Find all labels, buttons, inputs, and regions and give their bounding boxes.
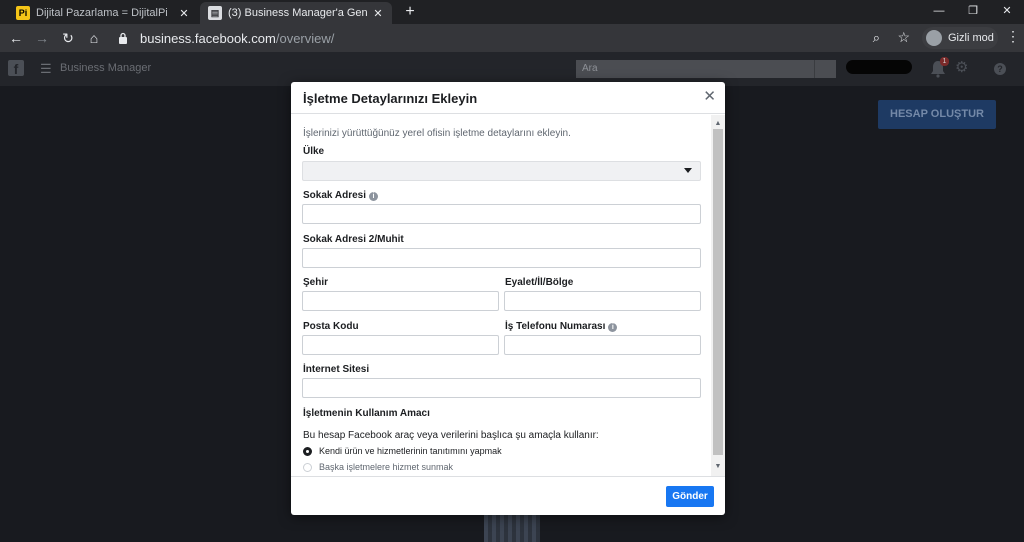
street-label-text: Sokak Adresi: [303, 190, 366, 201]
scroll-down-icon[interactable]: ▼: [711, 460, 725, 474]
info-icon[interactable]: i: [369, 192, 378, 201]
help-icon[interactable]: ?: [994, 63, 1006, 75]
close-dialog-icon[interactable]: ✕: [703, 89, 716, 105]
create-account-button[interactable]: HESAP OLUŞTUR: [878, 100, 996, 129]
website-label: İnternet Sitesi: [303, 364, 370, 375]
radio-unselected-icon: [303, 462, 312, 472]
incognito-badge[interactable]: Gizli mod: [922, 27, 998, 49]
browser-tab-business-manager[interactable]: ▤ (3) Business Manager'a Genel Ba ✕: [200, 2, 392, 24]
lock-icon: [119, 32, 127, 44]
settings-gear-icon[interactable]: ⚙: [955, 60, 971, 76]
browser-tab-dijitalpi[interactable]: Pi Dijital Pazarlama = DijitalPi ✕: [8, 2, 198, 24]
scrollbar-thumb[interactable]: [713, 129, 723, 455]
tab-title: Dijital Pazarlama = DijitalPi: [36, 7, 168, 19]
dialog-footer: Gönder: [291, 476, 725, 515]
country-label: Ülke: [303, 146, 325, 157]
dropdown-caret-icon: [684, 168, 692, 173]
address-bar[interactable]: business.facebook.com/overview/ ⌕ ☆: [112, 27, 916, 49]
usage-description: Bu hesap Facebook araç veya verilerini b…: [303, 430, 599, 441]
url-path: /overview/: [275, 31, 335, 46]
facebook-favicon: ▤: [208, 6, 222, 20]
dialog-header: İşletme Detaylarınızı Ekleyin ✕: [291, 82, 725, 114]
phone-label-text: İş Telefonu Numarası: [505, 321, 606, 332]
facebook-logo-icon[interactable]: f: [8, 60, 24, 77]
submit-button[interactable]: Gönder: [666, 486, 714, 507]
postal-code-input[interactable]: [302, 335, 499, 355]
dialog-description: İşlerinizi yürüttüğünüz yerel ofisin işl…: [303, 128, 571, 139]
state-label: Eyalet/İl/Bölge: [505, 277, 574, 288]
dijitalpi-favicon: Pi: [16, 6, 30, 20]
fb-search-input[interactable]: Ara: [576, 60, 814, 78]
search-icon[interactable]: [814, 60, 836, 78]
radio-selected-icon: [303, 446, 312, 456]
street2-input[interactable]: [302, 248, 701, 268]
state-input[interactable]: [504, 291, 701, 311]
app-title: Business Manager: [60, 62, 152, 74]
close-tab-icon[interactable]: ✕: [178, 7, 190, 20]
close-tab-icon[interactable]: ✕: [372, 7, 384, 20]
usage-option-label: Kendi ürün ve hizmetlerinin tanıtımını y…: [319, 446, 502, 456]
bookmark-star-icon[interactable]: ☆: [897, 29, 910, 46]
tab-title: (3) Business Manager'a Genel Ba: [228, 7, 368, 19]
dialog-body: İşlerinizi yürüttüğünüz yerel ofisin işl…: [291, 115, 711, 476]
back-arrow-icon[interactable]: ←: [6, 28, 26, 48]
reload-icon[interactable]: ↻: [58, 28, 78, 48]
hamburger-menu-icon[interactable]: ☰: [40, 61, 52, 77]
page-decoration: [484, 514, 540, 542]
dialog-title: İşletme Detaylarınızı Ekleyin: [303, 91, 478, 106]
browser-toolbar: ← → ↻ ⌂ business.facebook.com/overview/ …: [0, 24, 1024, 52]
street2-label: Sokak Adresi 2/Muhit: [303, 234, 404, 245]
fb-top-bar: f ☰ Business Manager Ara 1 ⚙ ?: [0, 52, 1024, 86]
browser-menu-icon[interactable]: ⋮: [1006, 28, 1020, 45]
url-domain: business.facebook.com: [140, 31, 276, 46]
incognito-label: Gizli mod: [948, 32, 994, 44]
url-text: business.facebook.com/overview/: [140, 31, 334, 46]
city-label: Şehir: [303, 277, 329, 288]
zoom-icon[interactable]: ⌕: [873, 30, 880, 46]
dialog-scrollbar[interactable]: ▲ ▼: [711, 115, 725, 476]
usage-heading: İşletmenin Kullanım Amacı: [303, 408, 430, 419]
usage-option-label: Başka işletmelere hizmet sunmak: [319, 462, 454, 472]
redacted-profile: [846, 60, 912, 74]
phone-label: İş Telefonu Numarası i: [505, 321, 618, 332]
minimize-icon[interactable]: —: [922, 0, 956, 24]
website-input[interactable]: [302, 378, 701, 398]
new-tab-icon[interactable]: +: [400, 2, 420, 22]
usage-option-serve-businesses[interactable]: Başka işletmelere hizmet sunmak: [303, 462, 453, 472]
incognito-avatar-icon: [926, 30, 942, 46]
street-label: Sokak Adresi i: [303, 190, 378, 201]
home-icon[interactable]: ⌂: [84, 28, 104, 48]
browser-tab-strip: Pi Dijital Pazarlama = DijitalPi ✕ ▤ (3)…: [0, 0, 1024, 24]
notifications-bell-icon[interactable]: 1: [930, 57, 949, 78]
phone-input[interactable]: [504, 335, 701, 355]
notification-count-badge: 1: [940, 57, 949, 66]
restore-icon[interactable]: ❐: [956, 0, 990, 24]
info-icon[interactable]: i: [608, 323, 618, 332]
forward-arrow-icon[interactable]: →: [32, 28, 52, 48]
business-details-dialog: İşletme Detaylarınızı Ekleyin ✕ İşlerini…: [291, 82, 725, 515]
city-input[interactable]: [302, 291, 499, 311]
postal-code-label: Posta Kodu: [303, 321, 359, 332]
street-input[interactable]: [302, 204, 701, 224]
country-select[interactable]: [302, 161, 701, 181]
usage-option-own-products[interactable]: Kendi ürün ve hizmetlerinin tanıtımını y…: [303, 446, 502, 456]
close-window-icon[interactable]: ✕: [990, 0, 1024, 24]
